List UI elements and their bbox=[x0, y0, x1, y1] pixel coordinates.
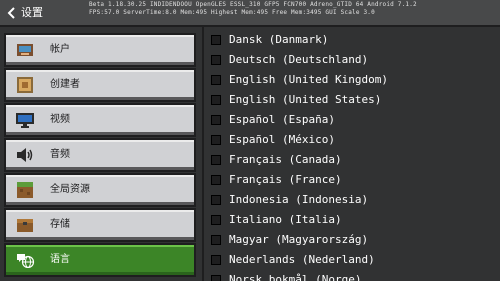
sidebar-item-account[interactable]: 帐户 bbox=[4, 33, 196, 67]
language-checkbox[interactable] bbox=[211, 55, 221, 65]
debug-line-1: Beta 1.18.30.25 INDIDENDOOU OpenGLES ESS… bbox=[89, 1, 417, 8]
language-checkbox[interactable] bbox=[211, 275, 221, 281]
debug-overlay: Beta 1.18.30.25 INDIDENDOOU OpenGLES ESS… bbox=[89, 1, 449, 17]
language-label: Nederlands (Nederland) bbox=[229, 253, 375, 266]
language-option[interactable]: Magyar (Magyarország) bbox=[204, 230, 500, 250]
global-resources-icon bbox=[17, 182, 33, 198]
language-option[interactable]: Español (España) bbox=[204, 110, 500, 130]
debug-line-2: FPS:57.0 ServerTime:8.0 Mem:495 Highest … bbox=[89, 9, 375, 16]
top-bar: 设置 Beta 1.18.30.25 INDIDENDOOU OpenGLES … bbox=[0, 0, 500, 27]
language-option[interactable]: Français (France) bbox=[204, 170, 500, 190]
sidebar-item-label: 音频 bbox=[50, 149, 70, 160]
back-arrow-icon[interactable] bbox=[4, 5, 20, 21]
sidebar-item-label: 视频 bbox=[50, 114, 70, 125]
language-option[interactable]: English (United States) bbox=[204, 90, 500, 110]
sidebar-item-label: 语言 bbox=[50, 254, 70, 265]
settings-sidebar: 帐户 创建者 视频 音频 全局资源 存储 语言 bbox=[0, 27, 202, 281]
page-title: 设置 bbox=[21, 6, 43, 19]
language-option[interactable]: Italiano (Italia) bbox=[204, 210, 500, 230]
language-label: English (United Kingdom) bbox=[229, 73, 388, 86]
language-checkbox[interactable] bbox=[211, 175, 221, 185]
language-option[interactable]: Indonesia (Indonesia) bbox=[204, 190, 500, 210]
language-checkbox[interactable] bbox=[211, 195, 221, 205]
language-checkbox[interactable] bbox=[211, 75, 221, 85]
sidebar-item-global-resources[interactable]: 全局资源 bbox=[4, 173, 196, 207]
language-option[interactable]: Nederlands (Nederland) bbox=[204, 250, 500, 270]
speaker-icon bbox=[17, 148, 33, 162]
sidebar-item-video[interactable]: 视频 bbox=[4, 103, 196, 137]
sidebar-item-creator[interactable]: 创建者 bbox=[4, 68, 196, 102]
language-checkbox[interactable] bbox=[211, 35, 221, 45]
sidebar-item-language[interactable]: 语言 bbox=[4, 243, 196, 277]
language-checkbox[interactable] bbox=[211, 115, 221, 125]
sidebar-item-label: 存储 bbox=[50, 219, 70, 230]
language-option[interactable]: Deutsch (Deutschland) bbox=[204, 50, 500, 70]
language-checkbox[interactable] bbox=[211, 235, 221, 245]
language-label: Français (France) bbox=[229, 173, 342, 186]
account-icon bbox=[17, 44, 33, 56]
language-list: Dansk (Danmark) Deutsch (Deutschland) En… bbox=[204, 27, 500, 281]
language-checkbox[interactable] bbox=[211, 155, 221, 165]
sidebar-item-label: 帐户 bbox=[50, 44, 70, 55]
language-option[interactable]: English (United Kingdom) bbox=[204, 70, 500, 90]
storage-icon bbox=[17, 219, 33, 232]
language-checkbox[interactable] bbox=[211, 255, 221, 265]
language-checkbox[interactable] bbox=[211, 215, 221, 225]
language-label: Italiano (Italia) bbox=[229, 213, 342, 226]
language-option[interactable]: Norsk bokmål (Norge) bbox=[204, 270, 500, 281]
sidebar-item-storage[interactable]: 存储 bbox=[4, 208, 196, 242]
language-label: Deutsch (Deutschland) bbox=[229, 53, 369, 66]
language-label: English (United States) bbox=[229, 93, 382, 106]
sidebar-item-label: 全局资源 bbox=[50, 184, 90, 195]
language-checkbox[interactable] bbox=[211, 95, 221, 105]
sidebar-item-audio[interactable]: 音频 bbox=[4, 138, 196, 172]
monitor-icon bbox=[16, 113, 34, 128]
language-option[interactable]: Español (México) bbox=[204, 130, 500, 150]
language-checkbox[interactable] bbox=[211, 135, 221, 145]
language-option[interactable]: Français (Canada) bbox=[204, 150, 500, 170]
language-label: Español (México) bbox=[229, 133, 335, 146]
creator-icon bbox=[17, 77, 33, 93]
language-label: Indonesia (Indonesia) bbox=[229, 193, 369, 206]
language-option[interactable]: Dansk (Danmark) bbox=[204, 30, 500, 50]
language-label: Norsk bokmål (Norge) bbox=[229, 273, 362, 281]
language-label: Magyar (Magyarország) bbox=[229, 233, 369, 246]
language-label: Español (España) bbox=[229, 113, 335, 126]
language-icon bbox=[17, 254, 35, 268]
sidebar-item-label: 创建者 bbox=[50, 79, 80, 90]
language-label: Français (Canada) bbox=[229, 153, 342, 166]
language-label: Dansk (Danmark) bbox=[229, 33, 329, 46]
